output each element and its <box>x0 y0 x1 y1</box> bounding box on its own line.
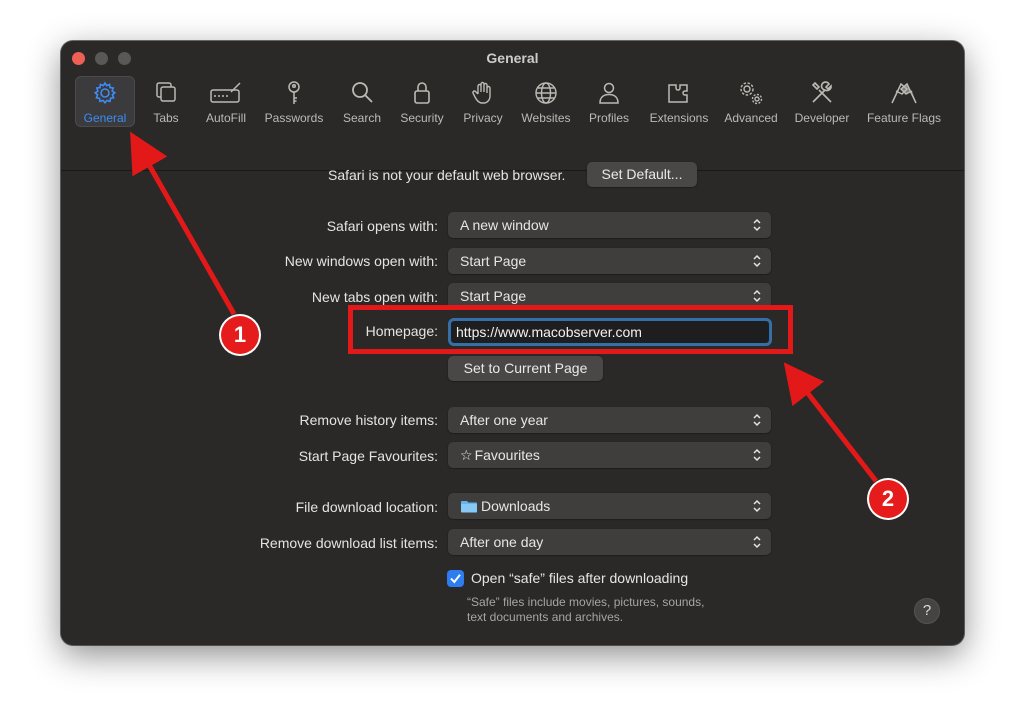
star-icon: ☆ <box>460 446 473 463</box>
tab-feature-flags[interactable]: Feature Flags <box>864 77 944 129</box>
open-safe-files-label: Open “safe” files after downloading <box>471 570 689 586</box>
gear-icon <box>92 80 118 106</box>
lock-icon <box>409 80 435 106</box>
select-value: Favourites <box>474 447 540 463</box>
tools-icon <box>809 80 835 106</box>
folder-icon <box>461 501 477 513</box>
gears-icon <box>738 80 764 106</box>
remove-history-items-select[interactable]: After one year <box>448 407 771 433</box>
search-icon <box>349 80 375 106</box>
tab-security[interactable]: Security <box>397 77 447 129</box>
remove-download-list-items-select[interactable]: After one day <box>448 529 771 555</box>
new-windows-open-with-select[interactable]: Start Page <box>448 248 771 274</box>
tab-label: Security <box>400 111 444 125</box>
chevron-updown-icon <box>753 289 761 303</box>
select-value: A new window <box>460 217 549 233</box>
tab-label: Feature Flags <box>866 111 942 125</box>
safari-opens-with-label: Safari opens with: <box>326 218 438 234</box>
tab-developer[interactable]: Developer <box>793 77 851 129</box>
start-page-favourites-label: Start Page Favourites: <box>298 448 438 464</box>
tab-label: Privacy <box>463 111 503 125</box>
tab-label: Profiles <box>588 111 629 125</box>
flags-icon <box>889 80 919 106</box>
hand-icon <box>470 80 496 106</box>
start-page-favourites-select[interactable]: ☆ Favourites <box>448 442 771 468</box>
tab-extensions[interactable]: Extensions <box>647 77 711 129</box>
autofill-icon <box>209 80 243 106</box>
tab-label: General <box>83 111 127 125</box>
new-tabs-open-with-label: New tabs open with: <box>311 289 438 305</box>
remove-history-items-label: Remove history items: <box>299 412 438 428</box>
tab-label: Search <box>342 111 382 125</box>
file-download-location-select[interactable]: Downloads <box>448 493 771 519</box>
select-value: After one day <box>460 534 544 550</box>
chevron-updown-icon <box>753 448 761 462</box>
globe-icon <box>533 80 559 106</box>
toolbar: General General Tabs AutoFill Passwords … <box>61 41 964 171</box>
puzzle-icon <box>666 80 692 106</box>
tab-tabs[interactable]: Tabs <box>149 77 183 129</box>
tab-label: Advanced <box>724 111 778 125</box>
select-value: After one year <box>460 412 548 428</box>
tab-privacy[interactable]: Privacy <box>461 77 505 129</box>
annotation-badge-2: 2 <box>869 480 907 518</box>
chevron-updown-icon <box>753 254 761 268</box>
chevron-updown-icon <box>753 535 761 549</box>
safe-files-note-line2: text documents and archives. <box>467 610 624 624</box>
remove-download-list-items-label: Remove download list items: <box>259 535 438 551</box>
homepage-highlight-box <box>348 305 793 354</box>
tab-label: Passwords <box>264 111 324 125</box>
tabs-icon <box>153 80 179 106</box>
person-icon <box>596 80 622 106</box>
file-download-location-label: File download location: <box>295 499 438 515</box>
set-to-current-page-button[interactable]: Set to Current Page <box>448 356 603 381</box>
select-value: Start Page <box>460 253 527 269</box>
select-value: Downloads <box>481 498 551 514</box>
new-windows-open-with-label: New windows open with: <box>284 253 438 269</box>
tab-search[interactable]: Search <box>340 77 384 129</box>
chevron-updown-icon <box>753 413 761 427</box>
safari-opens-with-select[interactable]: A new window <box>448 212 771 238</box>
tab-general[interactable]: General <box>75 76 135 127</box>
chevron-updown-icon <box>753 218 761 232</box>
tab-label: Websites <box>521 111 571 125</box>
tab-label: Developer <box>794 111 850 125</box>
tab-label: AutoFill <box>205 111 246 125</box>
open-safe-files-checkbox[interactable] <box>447 570 464 587</box>
window-title: General <box>486 50 539 66</box>
tab-profiles[interactable]: Profiles <box>586 77 632 129</box>
tab-passwords[interactable]: Passwords <box>262 77 326 129</box>
tab-label: Tabs <box>153 111 179 125</box>
annotation-badge-1: 1 <box>221 316 259 354</box>
help-button[interactable]: ? <box>914 598 940 624</box>
select-value: Start Page <box>460 288 527 304</box>
tab-advanced[interactable]: Advanced <box>722 77 780 129</box>
default-browser-text: Safari is not your default web browser. <box>328 167 566 183</box>
set-default-button[interactable]: Set Default... <box>587 162 697 187</box>
tab-label: Extensions <box>649 111 709 125</box>
key-icon <box>281 80 307 106</box>
chevron-updown-icon <box>753 499 761 513</box>
safe-files-note-line1: “Safe” files include movies, pictures, s… <box>467 595 705 609</box>
tab-autofill[interactable]: AutoFill <box>201 77 251 129</box>
checkmark-icon <box>450 574 461 584</box>
tab-websites[interactable]: Websites <box>518 77 574 129</box>
